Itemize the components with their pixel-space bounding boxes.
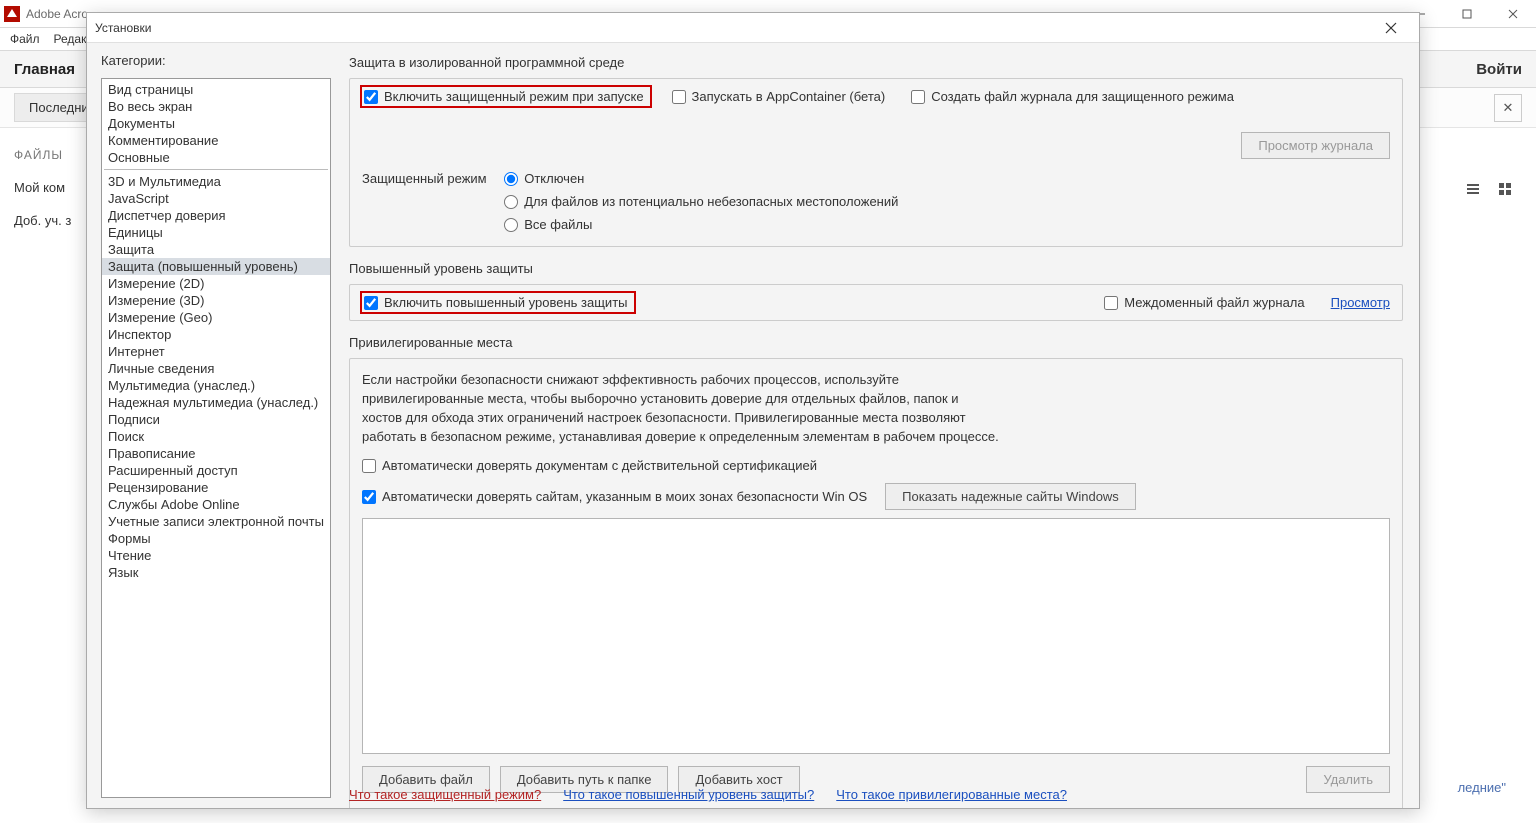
menu-file[interactable]: Файл	[10, 32, 40, 46]
trust-win-checkbox[interactable]: Автоматически доверять сайтам, указанным…	[362, 489, 867, 504]
cross-domain-checkbox[interactable]: Междоменный файл журнала	[1104, 295, 1304, 310]
enable-enhanced-checkbox[interactable]: Включить повышенный уровень защиты	[364, 295, 628, 310]
close-icon[interactable]	[1490, 0, 1536, 28]
create-log-checkbox[interactable]: Создать файл журнала для защищенного реж…	[911, 89, 1234, 104]
radio-all[interactable]: Все файлы	[504, 217, 898, 232]
radio-off[interactable]: Отключен	[504, 171, 898, 186]
dialog-close-icon[interactable]	[1371, 15, 1411, 41]
privileged-list[interactable]	[362, 518, 1390, 754]
view-log-button[interactable]: Просмотр журнала	[1241, 132, 1390, 159]
sandbox-title: Защита в изолированной программной среде	[349, 55, 1403, 70]
category-item[interactable]: Поиск	[102, 428, 330, 445]
link-what-protected[interactable]: Что такое защищенный режим?	[349, 787, 541, 802]
maximize-icon[interactable]	[1444, 0, 1490, 28]
category-item[interactable]: JavaScript	[102, 190, 330, 207]
category-item[interactable]: Подписи	[102, 411, 330, 428]
files-label: ФАЙЛЫ	[14, 148, 71, 162]
appcontainer-checkbox[interactable]: Запускать в AppContainer (бета)	[672, 89, 886, 104]
category-item[interactable]: Вид страницы	[102, 81, 330, 98]
category-item[interactable]: 3D и Мультимедиа	[102, 173, 330, 190]
category-item[interactable]: Защита	[102, 241, 330, 258]
category-item[interactable]: Надежная мультимедиа (унаслед.)	[102, 394, 330, 411]
priv-desc: Если настройки безопасности снижают эффе…	[362, 371, 1002, 446]
link-what-enhanced[interactable]: Что такое повышенный уровень защиты?	[563, 787, 814, 802]
radio-unsafe[interactable]: Для файлов из потенциально небезопасных …	[504, 194, 898, 209]
category-item[interactable]: Чтение	[102, 547, 330, 564]
dialog-title: Установки	[95, 21, 151, 35]
category-item[interactable]: Формы	[102, 530, 330, 547]
category-item[interactable]: Во весь экран	[102, 98, 330, 115]
category-item[interactable]: Личные сведения	[102, 360, 330, 377]
bg-hint: ледние"	[1458, 780, 1506, 795]
category-item[interactable]: Диспетчер доверия	[102, 207, 330, 224]
preferences-dialog: Установки Категории: Вид страницыВо весь…	[86, 12, 1420, 809]
show-win-sites-button[interactable]: Показать надежные сайты Windows	[885, 483, 1136, 510]
categories-label: Категории:	[101, 53, 331, 68]
category-item[interactable]: Измерение (3D)	[102, 292, 330, 309]
category-item[interactable]: Измерение (Geo)	[102, 309, 330, 326]
delete-button[interactable]: Удалить	[1306, 766, 1390, 793]
my-computer-link[interactable]: Мой ком	[14, 180, 71, 195]
category-item[interactable]: Рецензирование	[102, 479, 330, 496]
add-account-link[interactable]: Доб. уч. з	[14, 213, 71, 228]
categories-list[interactable]: Вид страницыВо весь экранДокументыКоммен…	[101, 78, 331, 798]
category-item[interactable]: Измерение (2D)	[102, 275, 330, 292]
category-item[interactable]: Учетные записи электронной почты	[102, 513, 330, 530]
enhanced-title: Повышенный уровень защиты	[349, 261, 1403, 276]
trust-cert-checkbox[interactable]: Автоматически доверять документам с дейс…	[362, 458, 1390, 473]
view-link[interactable]: Просмотр	[1331, 295, 1390, 310]
enable-protected-checkbox[interactable]: Включить защищенный режим при запуске	[364, 89, 644, 104]
tab-home[interactable]: Главная	[14, 61, 75, 78]
protected-mode-label: Защищенный режим	[362, 171, 487, 186]
category-item[interactable]: Защита (повышенный уровень)	[102, 258, 330, 275]
close-panel-icon[interactable]: ✕	[1494, 94, 1522, 122]
category-item[interactable]: Комментирование	[102, 132, 330, 149]
adobe-icon	[4, 6, 20, 22]
category-item[interactable]: Единицы	[102, 224, 330, 241]
category-item[interactable]: Службы Adobe Online	[102, 496, 330, 513]
category-item[interactable]: Мультимедиа (унаслед.)	[102, 377, 330, 394]
category-item[interactable]: Интернет	[102, 343, 330, 360]
priv-title: Привилегированные места	[349, 335, 1403, 350]
category-item[interactable]: Инспектор	[102, 326, 330, 343]
category-item[interactable]: Язык	[102, 564, 330, 581]
category-item[interactable]: Расширенный доступ	[102, 462, 330, 479]
grid-view-icon[interactable]	[1492, 176, 1518, 202]
category-item[interactable]: Основные	[102, 149, 330, 166]
list-view-icon[interactable]	[1460, 176, 1486, 202]
category-item[interactable]: Документы	[102, 115, 330, 132]
category-item[interactable]: Правописание	[102, 445, 330, 462]
app-title: Adobe Acro	[26, 7, 88, 21]
link-what-priv[interactable]: Что такое привилегированные места?	[836, 787, 1067, 802]
signin-button[interactable]: Войти	[1476, 61, 1522, 78]
